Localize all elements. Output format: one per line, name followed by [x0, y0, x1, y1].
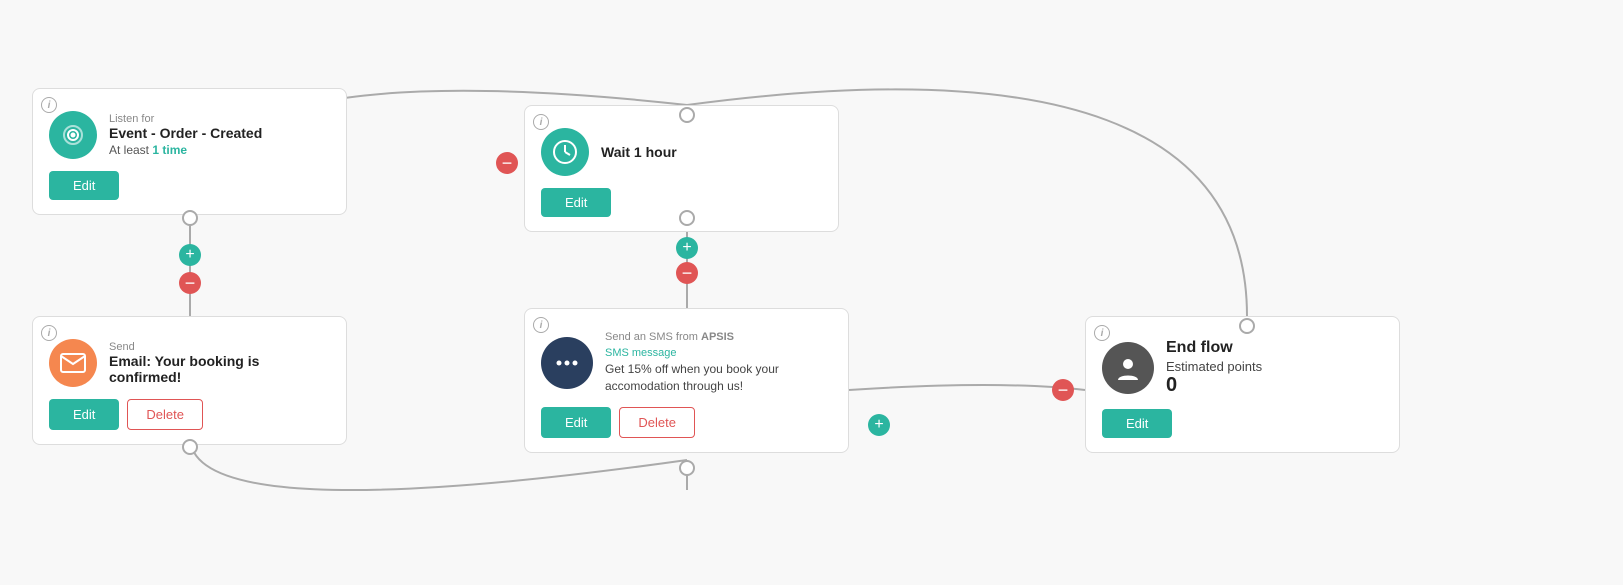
- sms-delete-button[interactable]: Delete: [619, 407, 695, 438]
- listen-info-icon: i: [41, 97, 57, 113]
- wait-info-icon: i: [533, 114, 549, 130]
- add-step-sms-end[interactable]: +: [868, 414, 890, 436]
- sms-icon: [541, 337, 593, 389]
- end-icon: [1102, 342, 1154, 394]
- end-subtitle: Estimated points 0: [1166, 359, 1262, 397]
- email-info-icon: i: [41, 325, 57, 341]
- email-delete-button[interactable]: Delete: [127, 399, 203, 430]
- sms-message-text: Get 15% off when you book your accomodat…: [605, 361, 832, 395]
- remove-step-listen-email[interactable]: −: [179, 272, 201, 294]
- listen-bottom-connector: [182, 210, 198, 226]
- end-edit-button[interactable]: Edit: [1102, 409, 1172, 438]
- send-sms-node: i Send an SMS from APSIS SMS message Get…: [524, 308, 849, 453]
- listen-icon: [49, 111, 97, 159]
- listen-subtitle: At least 1 time: [109, 143, 262, 157]
- add-step-listen-email[interactable]: +: [179, 244, 201, 266]
- sms-label: Send an SMS from APSIS: [605, 331, 832, 343]
- listen-title: Event - Order - Created: [109, 125, 262, 141]
- email-edit-button[interactable]: Edit: [49, 399, 119, 430]
- wait-title: Wait 1 hour: [601, 144, 677, 160]
- wait-bottom-connector: [679, 210, 695, 226]
- email-icon: [49, 339, 97, 387]
- end-flow-node: i End flow Estimated points 0 Edit: [1085, 316, 1400, 453]
- sms-bottom-connector: [679, 460, 695, 476]
- listen-event-node: i Listen for Event - Order - Created At …: [32, 88, 347, 215]
- sms-message-label: SMS message: [605, 347, 832, 359]
- email-label: Send: [109, 341, 330, 353]
- wait-icon: [541, 128, 589, 176]
- email-bottom-connector: [182, 439, 198, 455]
- listen-label: Listen for: [109, 113, 262, 125]
- remove-step-wait-sms[interactable]: −: [676, 262, 698, 284]
- sms-edit-button[interactable]: Edit: [541, 407, 611, 438]
- wait-top-connector: [679, 107, 695, 123]
- listen-edit-button[interactable]: Edit: [49, 171, 119, 200]
- remove-to-end[interactable]: −: [1052, 379, 1074, 401]
- end-info-icon: i: [1094, 325, 1110, 341]
- email-title: Email: Your booking is confirmed!: [109, 353, 330, 385]
- sms-info-icon: i: [533, 317, 549, 333]
- wait-edit-button[interactable]: Edit: [541, 188, 611, 217]
- end-top-connector: [1239, 318, 1255, 334]
- send-email-node: i Send Email: Your booking is confirmed!…: [32, 316, 347, 445]
- end-title: End flow: [1166, 339, 1262, 357]
- add-step-wait-sms[interactable]: +: [676, 237, 698, 259]
- remove-to-wait[interactable]: −: [496, 152, 518, 174]
